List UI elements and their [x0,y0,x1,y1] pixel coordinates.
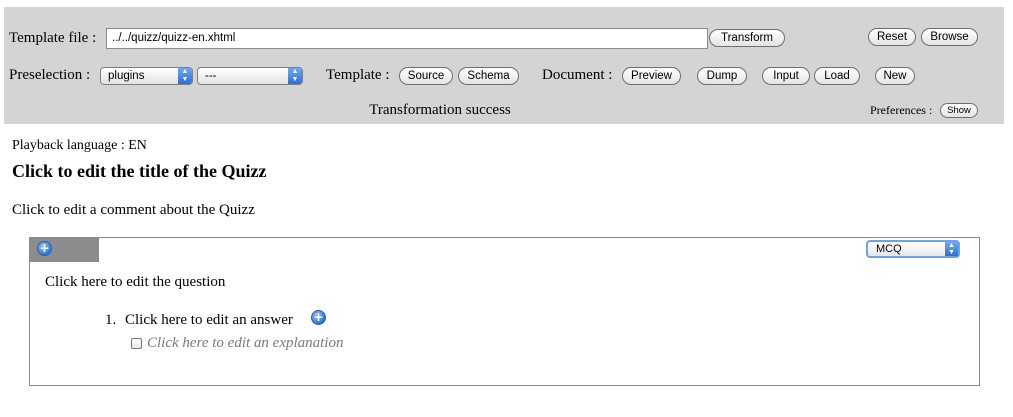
answer-number: 1. [105,312,117,328]
explanation-checkbox[interactable] [131,338,142,349]
preselection-select-secondary[interactable]: --- ▲ ▼ [197,67,303,85]
preselection-select-secondary-value: --- [205,70,217,82]
preselection-select-primary[interactable]: plugins ▲ ▼ [100,67,193,85]
source-button[interactable]: Source [399,67,453,85]
updown-arrows-icon: ▲ ▼ [178,68,192,84]
input-button[interactable]: Input [762,67,810,85]
preferences-label: Preferences : [870,103,933,117]
question-type-value: MCQ [876,243,902,255]
reset-button[interactable]: Reset [868,28,916,46]
updown-arrows-icon: ▲ ▼ [288,68,302,84]
template-file-input[interactable]: ../../quizz/quizz-en.xhtml [106,28,708,49]
answer-text[interactable]: Click here to edit an answer [125,311,293,329]
schema-button[interactable]: Schema [458,67,519,85]
load-button[interactable]: Load [814,67,860,85]
editor-toolbar: Template file : ../../quizz/quizz-en.xht… [4,7,1004,124]
new-button[interactable]: New [875,67,915,85]
show-preferences-button[interactable]: Show [940,103,978,118]
question-block: + MCQ ▲ ▼ Click here to edit the question… [29,237,980,386]
preview-button[interactable]: Preview [622,67,681,85]
transform-button[interactable]: Transform [709,29,785,47]
template-file-label: Template file : [9,30,97,46]
dump-button[interactable]: Dump [697,67,747,85]
plus-circle-icon[interactable]: + [37,241,52,256]
answer-explanation[interactable]: Click here to edit an explanation [147,334,343,352]
quizz-title[interactable]: Click to edit the title of the Quizz [12,160,266,182]
updown-arrows-icon: ▲ ▼ [945,242,958,256]
question-text[interactable]: Click here to edit the question [45,273,225,291]
question-header: + [30,238,99,262]
playback-language: Playback language : EN [12,138,147,153]
plus-circle-icon[interactable]: + [311,310,326,325]
document-label: Document : [542,67,613,83]
browse-button[interactable]: Browse [921,28,978,46]
question-type-select[interactable]: MCQ ▲ ▼ [866,240,960,258]
template-label: Template : [326,67,390,83]
quizz-comment[interactable]: Click to edit a comment about the Quizz [12,201,255,219]
preselection-label: Preselection : [9,67,91,83]
transformation-status: Transformation success [369,102,511,118]
preselection-select-primary-value: plugins [108,70,145,82]
